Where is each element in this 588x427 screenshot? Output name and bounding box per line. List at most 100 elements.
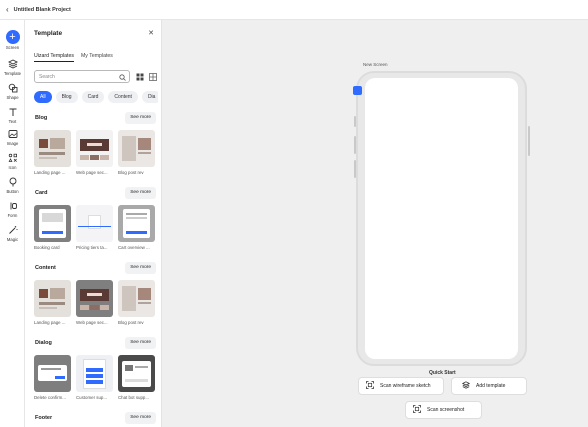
add-template-button[interactable]: Add template [451,377,527,395]
template-row-card: Booking card Pricing tiers ta... Cart ov… [34,205,158,250]
search-icon[interactable] [119,74,126,83]
see-more-button[interactable]: See more [125,187,156,199]
template-name: Web page sec... [76,320,108,325]
tab-uizard-templates[interactable]: Uizard Templates [34,53,74,62]
template-thumbnail [34,130,71,167]
panel-title: Template [34,30,63,37]
large-grid-view-icon[interactable] [149,73,157,83]
phone-side-button [354,116,356,127]
left-toolbar: + Screen Template Shape Text Image Icon [0,20,25,427]
chip-dialog[interactable]: Dia [141,91,158,103]
template-thumbnail [76,130,113,167]
see-more-button[interactable]: See more [125,262,156,274]
scan-icon [413,405,421,415]
rail-item-form[interactable]: Form [0,200,25,218]
chip-content[interactable]: Content [108,91,138,103]
scan-icon [366,381,374,391]
rail-item-screen[interactable]: + Screen [0,30,25,50]
top-bar: ‹ Untitled Blank Project [0,0,588,20]
icon-grid-icon [7,152,19,164]
see-more-button[interactable]: See more [125,112,156,124]
button-icon [7,176,19,188]
text-icon [7,106,19,118]
template-card[interactable]: Web page sec... [76,280,113,325]
add-template-label: Add template [476,383,506,389]
template-row-blog: Landing page ... Web page sec... Blog po… [34,130,158,175]
project-title[interactable]: Untitled Blank Project [14,7,71,13]
template-card[interactable]: Pricing tiers ta... [76,205,113,250]
magic-wand-icon [7,224,19,236]
frame-selection-handle[interactable] [353,86,362,95]
shapes-icon [7,82,19,94]
template-thumbnail [118,130,155,167]
template-card[interactable]: Booking card [34,205,71,250]
rail-label: Magic [6,237,19,242]
rail-item-button[interactable]: Button [0,176,25,194]
template-panel: Template ✕ Uizard Templates My Templates… [25,20,162,427]
rail-label: Screen [5,45,20,50]
screen-artboard[interactable] [365,78,518,359]
search-input[interactable] [39,73,117,80]
template-thumbnail [118,280,155,317]
screen-name-label[interactable]: New Screen [363,62,388,67]
template-card[interactable]: Chat bot supp... [118,355,155,400]
template-card[interactable]: Delete confirm... [34,355,71,400]
rail-label: Template [4,71,21,76]
scan-wireframe-label: Scan wireframe sketch [380,383,431,389]
close-icon[interactable]: ✕ [148,29,154,37]
template-name: Blog post rev [118,320,144,325]
section-title: Card [35,190,48,196]
quick-start-title: Quick Start [429,370,456,376]
template-name: Landing page ... [34,320,66,325]
section-title: Dialog [35,340,52,346]
section-header-blog: Blog See more [34,112,156,124]
plus-icon: + [5,30,20,44]
phone-frame[interactable] [356,71,527,366]
chip-all[interactable]: All [34,91,52,103]
rail-label: Text [8,119,17,124]
template-card[interactable]: Blog post rev [118,130,155,175]
template-card[interactable]: Customer sup... [76,355,113,400]
rail-item-image[interactable]: Image [0,128,25,146]
chip-card[interactable]: Card [81,91,105,103]
template-name: Cart overview ... [118,245,150,250]
template-thumbnail [34,355,71,392]
template-card[interactable]: Cart overview ... [118,205,155,250]
template-card[interactable]: Landing page ... [34,130,71,175]
scan-wireframe-button[interactable]: Scan wireframe sketch [358,377,444,395]
section-title: Blog [35,115,48,121]
section-title: Content [35,265,56,271]
scan-screenshot-label: Scan screenshot [427,407,465,413]
template-thumbnail [118,205,155,242]
template-name: Booking card [34,245,60,250]
section-header-footer: Footer See more [34,412,156,424]
template-name: Web page sec... [76,170,108,175]
design-canvas[interactable]: New Screen Quick Start Scan wireframe sk… [162,20,588,427]
template-thumbnail [34,280,71,317]
rail-item-template[interactable]: Template [0,58,25,76]
phone-side-button [354,160,356,178]
template-card[interactable]: Landing page ... [34,280,71,325]
phone-side-button [528,126,530,156]
rail-item-magic[interactable]: Magic [0,224,25,242]
rail-item-text[interactable]: Text [0,106,25,124]
template-card[interactable]: Web page sec... [76,130,113,175]
see-more-button[interactable]: See more [125,337,156,349]
rail-item-shape[interactable]: Shape [0,82,25,100]
chip-blog[interactable]: Blog [55,91,78,103]
template-name: Pricing tiers ta... [76,245,108,250]
back-arrow-icon[interactable]: ‹ [6,5,9,14]
section-header-card: Card See more [34,187,156,199]
rail-label: Shape [6,95,19,100]
rail-label: Image [6,141,19,146]
see-more-button[interactable]: See more [125,412,156,424]
rail-item-icon[interactable]: Icon [0,152,25,170]
tab-my-templates[interactable]: My Templates [81,53,113,62]
template-name: Blog post rev [118,170,144,175]
template-thumbnail [34,205,71,242]
grid-view-icon[interactable] [136,73,144,83]
section-header-dialog: Dialog See more [34,337,156,349]
phone-side-button [354,136,356,154]
template-card[interactable]: Blog post rev [118,280,155,325]
scan-screenshot-button[interactable]: Scan screenshot [405,401,482,419]
